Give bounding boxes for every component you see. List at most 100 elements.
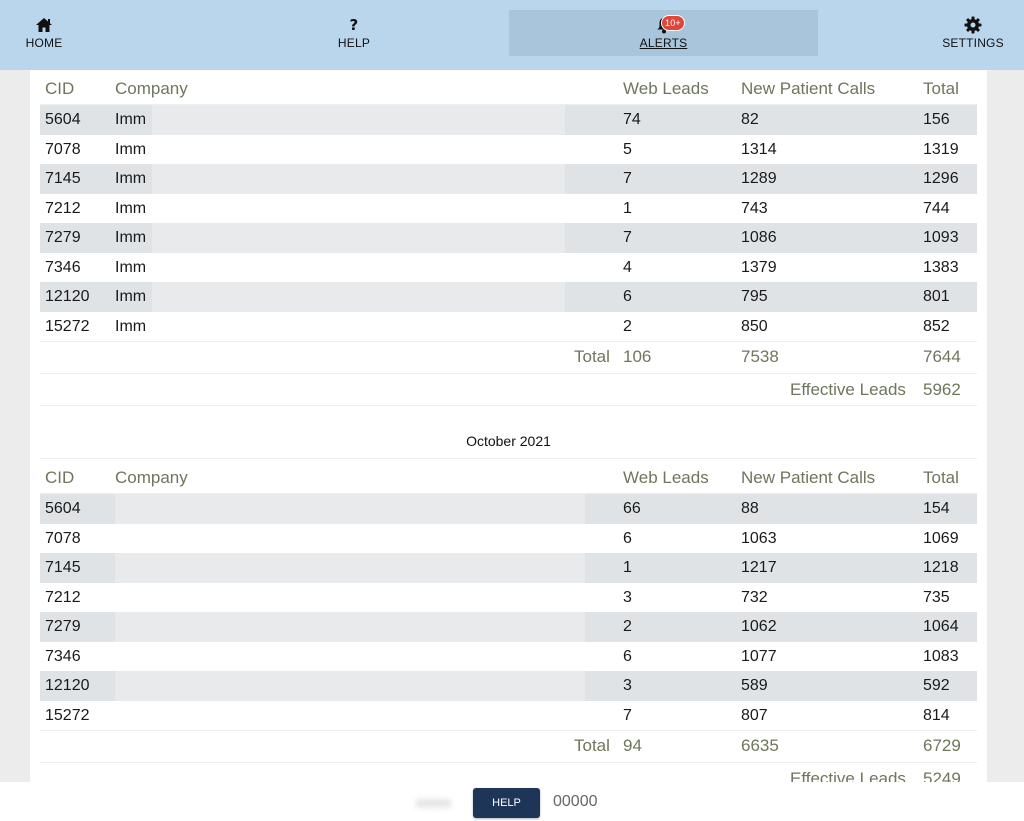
table-header: CID Company Web Leads New Patient Calls … bbox=[40, 459, 977, 494]
nav-help[interactable]: ? HELP bbox=[324, 10, 384, 56]
cell-web-leads: 6 bbox=[623, 529, 632, 547]
cell-cid: 12120 bbox=[45, 288, 90, 305]
cell-calls: 1077 bbox=[741, 647, 777, 665]
cell-total: 1093 bbox=[923, 229, 959, 246]
home-icon bbox=[35, 16, 53, 34]
redacted-company bbox=[152, 193, 565, 223]
cell-total: 1383 bbox=[923, 258, 959, 276]
totals-row: Total 106 7538 7644 bbox=[40, 341, 977, 374]
cell-cid: 7346 bbox=[45, 258, 81, 276]
cell-web-leads: 3 bbox=[623, 677, 632, 694]
redacted-company bbox=[115, 582, 585, 612]
nav-settings[interactable]: SETTINGS bbox=[936, 10, 1010, 56]
question-icon: ? bbox=[349, 16, 359, 34]
table-row: 7145 1 1217 1218 bbox=[40, 553, 977, 583]
effective-leads-value: 5249 bbox=[923, 769, 961, 782]
effective-leads-value: 5962 bbox=[923, 380, 961, 399]
cell-cid: 7279 bbox=[45, 229, 81, 246]
top-nav: HOME ? HELP 10+ ALERTS SETTINGS bbox=[0, 0, 1024, 70]
section-title: October 2021 bbox=[40, 430, 977, 459]
cell-total: 1319 bbox=[923, 140, 959, 158]
cell-total: 744 bbox=[923, 199, 950, 217]
footer-bar: xxxxx HELP 00000 bbox=[0, 782, 1024, 821]
nav-settings-label: SETTINGS bbox=[942, 36, 1004, 50]
col-cid: CID bbox=[45, 468, 75, 487]
table-row: 5604 Imm 74 82 156 bbox=[40, 105, 977, 135]
table-row: 7145 Imm 7 1289 1296 bbox=[40, 164, 977, 194]
table-row: 15272 Imm 2 850 852 bbox=[40, 311, 977, 341]
cell-cid: 15272 bbox=[45, 317, 90, 335]
cell-cid: 7078 bbox=[45, 529, 81, 547]
footer-help-button[interactable]: HELP bbox=[473, 788, 540, 818]
cell-calls: 88 bbox=[741, 500, 759, 517]
col-company: Company bbox=[115, 79, 188, 98]
col-new-patient-calls: New Patient Calls bbox=[741, 79, 876, 98]
redacted-company bbox=[115, 523, 585, 553]
gear-icon bbox=[964, 16, 982, 34]
redacted-company bbox=[115, 494, 585, 524]
cell-calls: 795 bbox=[741, 288, 768, 305]
cell-company: Imm bbox=[115, 140, 147, 158]
redacted-company bbox=[152, 311, 565, 341]
cell-total: 1083 bbox=[923, 647, 959, 665]
cell-calls: 1289 bbox=[741, 170, 777, 187]
cell-web-leads: 4 bbox=[623, 258, 632, 276]
effective-leads-label: Effective Leads bbox=[790, 769, 906, 782]
cell-total: 1069 bbox=[923, 529, 959, 547]
redacted-company bbox=[115, 641, 585, 671]
nav-alerts[interactable]: 10+ ALERTS bbox=[509, 10, 818, 56]
cell-total: 592 bbox=[923, 677, 950, 694]
table-row: 12120 3 589 592 bbox=[40, 671, 977, 701]
col-total: Total bbox=[923, 468, 959, 487]
cell-calls: 850 bbox=[741, 317, 768, 335]
cell-web-leads: 66 bbox=[623, 500, 641, 517]
cell-calls: 1063 bbox=[741, 529, 777, 547]
cell-web-leads: 7 bbox=[623, 170, 632, 187]
table-row: 7212 Imm 1 743 744 bbox=[40, 193, 977, 223]
redacted-company bbox=[152, 134, 565, 164]
cell-cid: 5604 bbox=[45, 500, 81, 517]
nav-home-label: HOME bbox=[25, 36, 63, 50]
table-row: 5604 66 88 154 bbox=[40, 494, 977, 524]
cell-calls: 1086 bbox=[741, 229, 777, 246]
col-web-leads: Web Leads bbox=[623, 468, 709, 487]
redacted-company bbox=[152, 252, 565, 282]
table-row: 15272 7 807 814 bbox=[40, 700, 977, 730]
table-row: 7078 Imm 5 1314 1319 bbox=[40, 134, 977, 164]
cell-cid: 12120 bbox=[45, 677, 90, 694]
alerts-badge: 10+ bbox=[661, 15, 685, 31]
effective-leads-row: Effective Leads 5249 bbox=[40, 763, 977, 782]
redacted-company bbox=[115, 671, 585, 701]
table-row: 12120 Imm 6 795 801 bbox=[40, 282, 977, 312]
cell-web-leads: 5 bbox=[623, 140, 632, 158]
cell-calls: 1379 bbox=[741, 258, 777, 276]
cell-calls: 1217 bbox=[741, 559, 777, 576]
redacted-company bbox=[115, 700, 585, 730]
cell-company: Imm bbox=[115, 258, 147, 276]
cell-web-leads: 74 bbox=[623, 111, 641, 128]
redacted-company bbox=[152, 105, 565, 135]
footer-code: 00000 bbox=[553, 793, 598, 810]
cell-total: 1296 bbox=[923, 170, 959, 187]
redacted-company bbox=[152, 223, 565, 253]
col-total: Total bbox=[923, 79, 959, 98]
cell-web-leads: 7 bbox=[623, 706, 632, 724]
cell-calls: 732 bbox=[741, 588, 768, 606]
effective-leads-row: Effective Leads 5962 bbox=[40, 374, 977, 406]
cell-cid: 7279 bbox=[45, 618, 81, 635]
cell-total: 154 bbox=[923, 500, 950, 517]
cell-cid: 7212 bbox=[45, 199, 81, 217]
cell-calls: 82 bbox=[741, 111, 759, 128]
col-new-patient-calls: New Patient Calls bbox=[741, 468, 876, 487]
total-total: 7644 bbox=[923, 347, 961, 366]
cell-web-leads: 1 bbox=[623, 559, 632, 576]
col-company: Company bbox=[115, 468, 188, 487]
totals-label: Total bbox=[574, 347, 610, 366]
cell-web-leads: 6 bbox=[623, 288, 632, 305]
cell-cid: 7346 bbox=[45, 647, 81, 665]
col-cid: CID bbox=[45, 79, 75, 98]
cell-total: 156 bbox=[923, 111, 950, 128]
cell-web-leads: 2 bbox=[623, 618, 632, 635]
nav-home[interactable]: HOME bbox=[14, 10, 74, 56]
cell-total: 1218 bbox=[923, 559, 959, 576]
